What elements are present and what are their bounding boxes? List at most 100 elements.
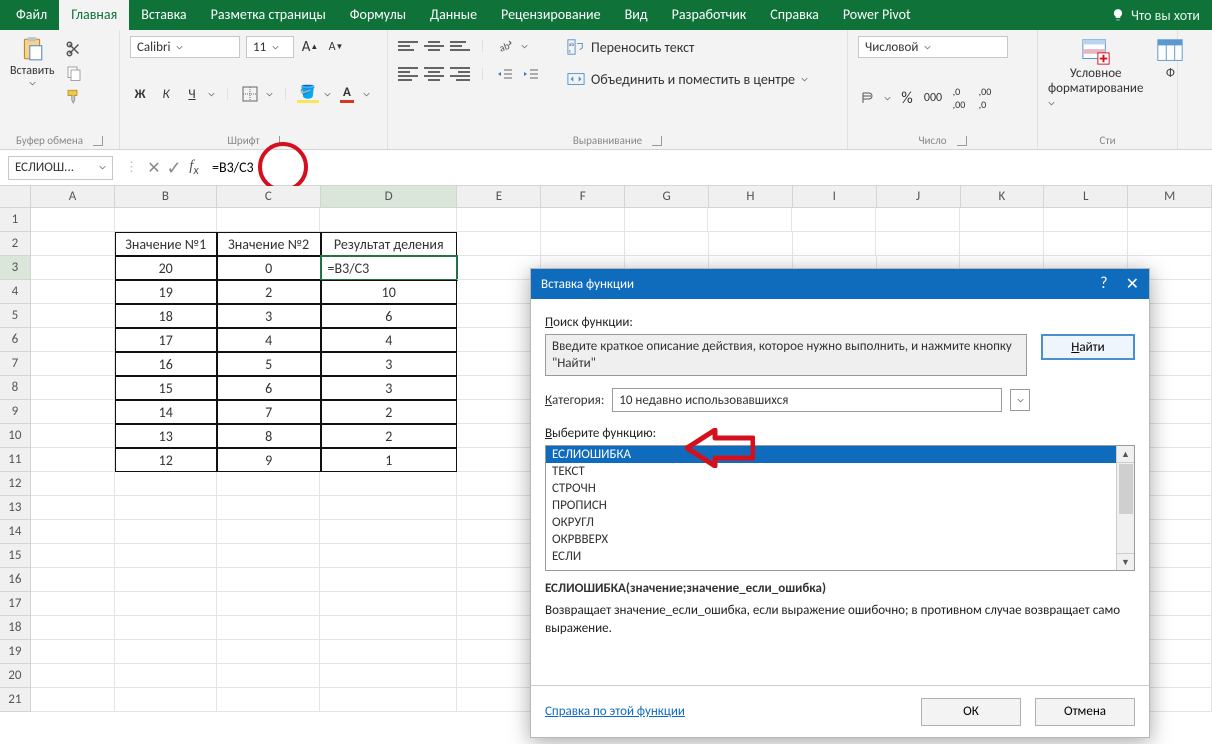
col-header[interactable]: D [321, 186, 458, 208]
col-header[interactable]: E [457, 186, 541, 208]
col-header[interactable]: B [115, 186, 217, 208]
tab-review[interactable]: Рецензирование [489, 0, 613, 30]
cell[interactable] [115, 520, 217, 544]
row-header[interactable]: 7 [0, 352, 31, 376]
cell[interactable]: 4 [321, 328, 457, 352]
row-header[interactable]: 14 [0, 520, 31, 544]
scroll-thumb[interactable] [1119, 464, 1133, 514]
cell[interactable] [31, 424, 115, 448]
cell[interactable] [625, 232, 709, 256]
cell[interactable] [115, 664, 217, 688]
cell[interactable] [320, 592, 456, 616]
cell[interactable]: 18 [115, 304, 217, 328]
cell[interactable] [793, 232, 877, 256]
cell[interactable] [31, 448, 115, 472]
list-item[interactable]: ЕСЛИОШИБКА [546, 446, 1134, 463]
col-header[interactable]: M [1128, 186, 1212, 208]
cell[interactable]: 1 [321, 448, 457, 472]
orientation-button[interactable]: ab [495, 36, 515, 56]
cell[interactable] [457, 616, 541, 640]
cell[interactable] [457, 544, 541, 568]
cell[interactable] [457, 496, 541, 520]
align-top-button[interactable] [398, 36, 418, 56]
cell[interactable] [31, 496, 115, 520]
scroll-down-icon[interactable]: ▼ [1117, 553, 1134, 570]
borders-button[interactable] [240, 84, 260, 104]
cell[interactable] [457, 208, 541, 232]
cell[interactable] [457, 232, 541, 256]
col-header[interactable]: F [541, 186, 625, 208]
row-header[interactable]: 1 [0, 208, 31, 232]
cell[interactable] [115, 208, 217, 232]
col-header[interactable]: G [625, 186, 709, 208]
row-header[interactable]: 16 [0, 568, 31, 592]
cell[interactable] [457, 448, 541, 472]
cell[interactable] [115, 640, 217, 664]
cell[interactable] [960, 208, 1044, 232]
row-header[interactable]: 17 [0, 592, 31, 616]
cell[interactable]: 2 [217, 280, 321, 304]
cell[interactable] [31, 280, 115, 304]
cell[interactable] [115, 688, 217, 712]
row-header[interactable]: 10 [0, 424, 31, 448]
cell[interactable] [457, 640, 541, 664]
row-header[interactable]: 15 [0, 544, 31, 568]
format-painter-icon[interactable] [65, 88, 83, 106]
col-header[interactable]: J [877, 186, 961, 208]
cell[interactable] [320, 640, 456, 664]
close-icon[interactable]: ✕ [1126, 274, 1139, 294]
cell[interactable] [320, 544, 456, 568]
cell[interactable] [457, 304, 541, 328]
list-item[interactable]: ТЕКСТ [546, 463, 1134, 480]
cell[interactable] [320, 664, 456, 688]
cell[interactable]: 20 [115, 256, 217, 280]
cell[interactable]: 15 [115, 376, 217, 400]
cell[interactable] [320, 568, 456, 592]
cell[interactable] [457, 664, 541, 688]
cell[interactable] [457, 400, 541, 424]
cell[interactable]: 7 [217, 400, 321, 424]
tab-page-layout[interactable]: Разметка страницы [199, 0, 338, 30]
cell[interactable] [217, 688, 321, 712]
tab-developer[interactable]: Разработчик [660, 0, 759, 30]
tell-me[interactable]: Что вы хоти [1099, 0, 1212, 30]
format-as-table-button[interactable]: Ф [1155, 36, 1185, 111]
cell[interactable] [457, 592, 541, 616]
list-item[interactable]: ЕСЛИ [546, 548, 1134, 565]
percent-button[interactable]: % [897, 88, 917, 108]
select-all-corner[interactable] [0, 186, 31, 208]
cell[interactable] [115, 568, 217, 592]
scrollbar[interactable]: ▲ ▼ [1116, 446, 1134, 570]
increase-font-icon[interactable]: A▲ [300, 37, 320, 57]
cell[interactable] [541, 208, 625, 232]
currency-button[interactable] [858, 88, 878, 108]
cell[interactable]: Результат деления [321, 232, 457, 256]
cell[interactable] [217, 544, 321, 568]
cell[interactable] [625, 208, 709, 232]
cell[interactable] [217, 616, 321, 640]
cell[interactable]: Значение №1 [115, 232, 217, 256]
comma-style-button[interactable]: 000 [923, 88, 943, 108]
cell[interactable]: 9 [217, 448, 321, 472]
cell[interactable]: 8 [217, 424, 321, 448]
cell[interactable] [31, 568, 115, 592]
cell[interactable] [457, 424, 541, 448]
cell[interactable] [708, 208, 792, 232]
cell[interactable] [31, 592, 115, 616]
cell[interactable] [457, 256, 541, 280]
increase-decimal-button[interactable]: ,0,00 [949, 88, 969, 108]
cell[interactable] [217, 568, 321, 592]
cell[interactable] [457, 568, 541, 592]
dialog-launcher-icon[interactable] [652, 136, 662, 146]
cell[interactable]: 5 [217, 352, 321, 376]
row-header[interactable]: 13 [0, 496, 31, 520]
cell[interactable]: 4 [217, 328, 321, 352]
col-header[interactable]: H [709, 186, 793, 208]
cell[interactable] [31, 304, 115, 328]
decrease-decimal-button[interactable]: ,00,0 [975, 88, 995, 108]
row-header[interactable]: 5 [0, 304, 31, 328]
list-item[interactable]: СТРОЧН [546, 480, 1134, 497]
row-header[interactable]: 8 [0, 376, 31, 400]
cell[interactable] [457, 520, 541, 544]
cell[interactable]: 13 [115, 424, 217, 448]
